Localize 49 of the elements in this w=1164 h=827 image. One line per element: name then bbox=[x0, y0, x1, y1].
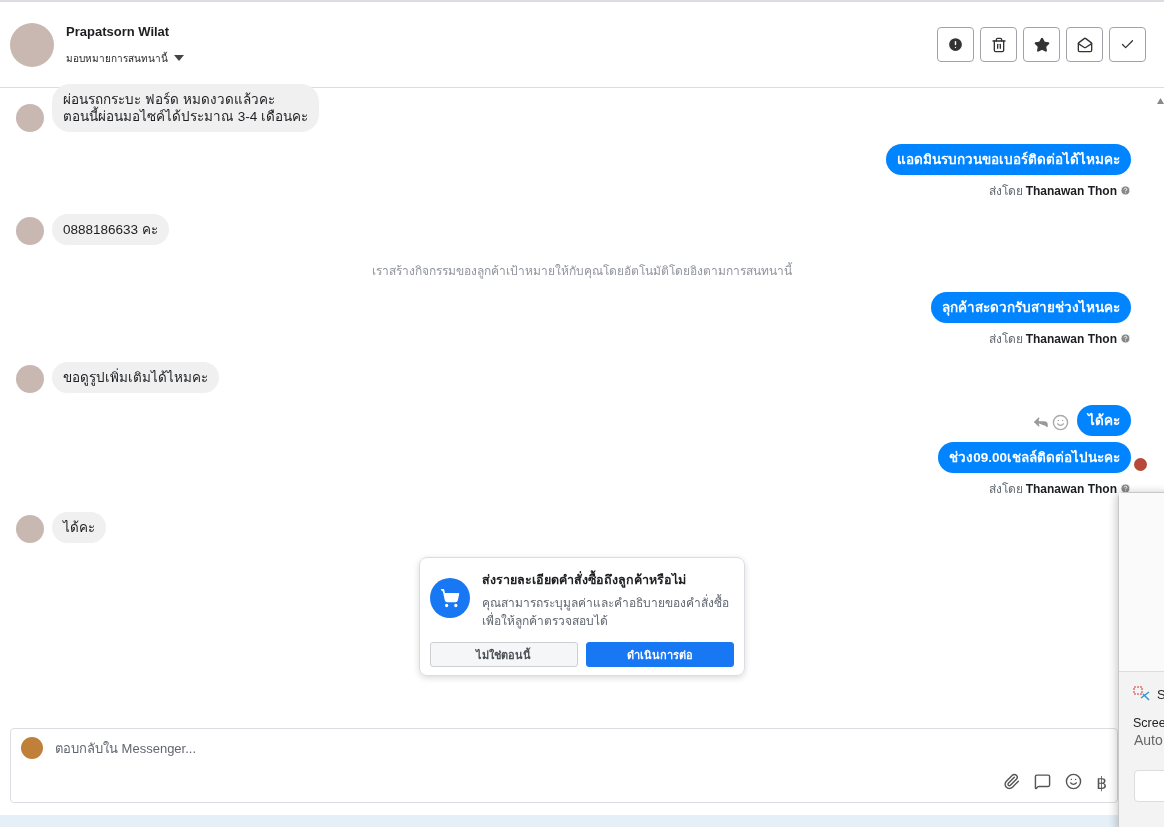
smiley-icon[interactable] bbox=[1065, 773, 1083, 790]
profile-avatar bbox=[10, 22, 54, 67]
paperclip-icon[interactable] bbox=[1003, 773, 1021, 790]
mail-button[interactable] bbox=[1066, 27, 1103, 62]
contact-name: Prapatsorn Wilat bbox=[66, 23, 171, 39]
scroll-arrow-icon[interactable] bbox=[1157, 98, 1164, 104]
message-bubble: 0888186633 คะ bbox=[52, 214, 169, 245]
prompt-text: คุณสามารถระบุมูลค่าและคำอธิบายของคำสั่งซื้อเพื่อให้ลูกค้าตรวจสอบได้ bbox=[481, 594, 730, 630]
notification-text: Auto bbox=[1133, 731, 1164, 748]
alert-button[interactable] bbox=[937, 27, 974, 62]
trash-icon bbox=[990, 36, 1007, 53]
trash-button[interactable] bbox=[980, 27, 1017, 62]
sender-label: ส่งโดย bbox=[988, 331, 1023, 348]
message-bubble: แอดมินรบกวนขอเบอร์ติดต่อได้ไหมคะ bbox=[886, 144, 1131, 175]
cart-icon bbox=[429, 578, 470, 618]
message-bubble: ช่วง09.00เชลล์ติดต่อไปนะคะ bbox=[938, 442, 1131, 473]
envelope-icon bbox=[1076, 36, 1093, 53]
chat-icon[interactable] bbox=[1034, 773, 1052, 790]
avatar bbox=[16, 104, 44, 132]
sender-name: Thanawan Thon bbox=[1025, 481, 1117, 496]
avatar bbox=[16, 515, 44, 543]
assign-dropdown[interactable]: มอบหมายการสนทนานี้ bbox=[66, 50, 168, 66]
star-icon bbox=[1033, 36, 1050, 53]
message-bubble: ได้คะ bbox=[1077, 405, 1131, 436]
check-button[interactable] bbox=[1109, 27, 1146, 62]
seen-avatar bbox=[1134, 458, 1147, 471]
sender-label: ส่งโดย bbox=[988, 183, 1023, 200]
alert-icon bbox=[947, 36, 964, 53]
help-icon bbox=[1120, 333, 1131, 344]
message-bubble: ผ่อนรถกระบะ ฟอร์ด หมดงวดแล้วคะ ตอนนี้ผ่อนมอไซค์ได้ประมาณ 3-4 เดือนคะ bbox=[52, 84, 319, 132]
continue-button[interactable]: ดำเนินการต่อ bbox=[585, 642, 734, 667]
star-button[interactable] bbox=[1023, 27, 1060, 62]
message-bubble: ได้คะ bbox=[52, 512, 106, 543]
message-bubble: ลุกค้าสะดวกรับสายช่วงไหนคะ bbox=[931, 292, 1131, 323]
reply-input[interactable]: ตอบกลับใน Messenger... bbox=[53, 739, 1107, 757]
currency-button[interactable]: ฿ bbox=[1096, 773, 1107, 794]
sender-name: Thanawan Thon bbox=[1025, 331, 1117, 346]
sender-label: ส่งโดย bbox=[988, 481, 1023, 498]
avatar bbox=[16, 365, 44, 393]
dismiss-button[interactable]: ไม่ใช่ตอนนี้ bbox=[429, 642, 578, 667]
caret-icon[interactable] bbox=[174, 55, 184, 61]
sender-name: Thanawan Thon bbox=[1025, 183, 1117, 198]
page-avatar bbox=[21, 737, 43, 759]
system-notice: เราสร้างกิจกรรมของลูกค้าเป้าหมายให้กับคุณโดยอัตโนมัติโดยอิงตามการสนทนานี้ bbox=[370, 261, 793, 280]
prompt-title: ส่งรายละเอียดคำสั่งซื้อถึงลูกค้าหรือไม่ bbox=[481, 570, 734, 590]
message-bubble: ขอดูรูปเพิ่มเติมได้ไหมคะ bbox=[52, 362, 219, 393]
help-icon bbox=[1120, 185, 1131, 196]
avatar bbox=[16, 217, 44, 245]
reply-box[interactable]: ตอบกลับใน Messenger... ฿ bbox=[10, 728, 1118, 803]
